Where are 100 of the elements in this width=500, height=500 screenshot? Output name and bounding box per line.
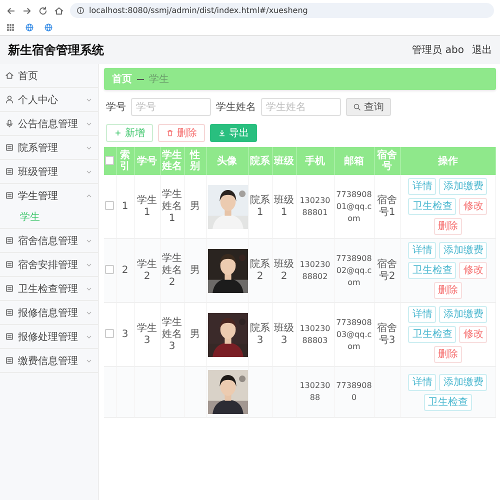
- table-cell: 学生3: [137, 322, 157, 346]
- table-cell: 1: [122, 200, 128, 212]
- home-icon[interactable]: [54, 6, 64, 16]
- table-cell: 13023088801: [300, 196, 330, 216]
- document-icon: [5, 332, 14, 341]
- export-button[interactable]: 导出: [210, 124, 257, 142]
- table-cell: 3: [122, 328, 128, 340]
- checkbox[interactable]: [105, 201, 114, 210]
- column-header: 邮箱: [334, 147, 374, 175]
- logout-link[interactable]: 退出: [472, 43, 492, 57]
- document-icon: [5, 308, 14, 317]
- sidebar-item[interactable]: 卫生检查管理: [0, 277, 98, 301]
- trash-icon: [166, 129, 174, 137]
- action-button[interactable]: 删除: [434, 346, 462, 363]
- table-cell: 班级3: [274, 322, 294, 346]
- globe-icon[interactable]: [44, 23, 53, 32]
- document-icon: [5, 167, 14, 176]
- action-button[interactable]: 卫生检查: [408, 326, 456, 343]
- action-button[interactable]: 详情: [408, 242, 436, 259]
- action-button[interactable]: 添加缴费: [439, 242, 488, 259]
- checkbox[interactable]: [105, 265, 114, 274]
- table-cell: 学生姓名1: [162, 188, 182, 224]
- sidebar-item[interactable]: 首页: [0, 64, 98, 88]
- table-cell: 男: [190, 200, 200, 212]
- sidebar-item[interactable]: 报修处理管理: [0, 325, 98, 349]
- table-cell: 班级2: [274, 258, 294, 282]
- action-button[interactable]: 详情: [408, 178, 436, 195]
- table-cell: 男: [190, 328, 200, 340]
- table-cell: 院系2: [250, 258, 270, 282]
- document-icon: [5, 260, 14, 269]
- back-icon[interactable]: [6, 6, 16, 16]
- table-cell: 13023088802: [300, 260, 330, 280]
- info-icon: [76, 6, 85, 15]
- sidebar-item[interactable]: 学生管理: [0, 184, 98, 208]
- plus-icon: [114, 129, 122, 137]
- document-icon: [5, 236, 14, 245]
- add-button[interactable]: 新增: [106, 124, 153, 142]
- table-cell: 学生姓名2: [162, 252, 182, 288]
- column-header: 性别: [184, 147, 206, 175]
- sidebar-item[interactable]: 院系管理: [0, 136, 98, 160]
- sidebar-item[interactable]: 公告信息管理: [0, 112, 98, 136]
- action-button[interactable]: 详情: [408, 374, 436, 390]
- column-header: 院系: [248, 147, 272, 175]
- table-cell: 学生2: [137, 258, 157, 282]
- table-cell: 宿舍号1: [377, 194, 397, 218]
- column-header: 索引: [116, 147, 134, 175]
- sidebar-item[interactable]: 报修信息管理: [0, 301, 98, 325]
- table-cell: 2: [122, 264, 128, 276]
- search-icon: [353, 103, 361, 111]
- app-title: 新生宿舍管理系统: [8, 42, 104, 58]
- checkbox[interactable]: [105, 329, 114, 338]
- forward-icon[interactable]: [22, 6, 32, 16]
- action-button[interactable]: 卫生检查: [408, 262, 456, 279]
- column-header: 操作: [400, 147, 496, 175]
- delete-button[interactable]: 删除: [158, 124, 205, 142]
- reload-icon[interactable]: [38, 6, 48, 16]
- document-icon: [5, 356, 14, 365]
- globe-icon[interactable]: [25, 23, 34, 32]
- action-button[interactable]: 卫生检查: [408, 198, 456, 215]
- table-cell: 学生1: [137, 194, 157, 218]
- column-header: 班级: [272, 147, 296, 175]
- column-header: 头像: [206, 147, 248, 175]
- action-button[interactable]: 详情: [408, 306, 436, 323]
- action-button[interactable]: 卫生检查: [424, 394, 472, 410]
- table-cell: 宿舍号3: [377, 322, 397, 346]
- search-button[interactable]: 查询: [346, 98, 391, 116]
- action-button[interactable]: 添加缴费: [439, 306, 488, 323]
- table-cell: 学生姓名3: [162, 316, 182, 352]
- table-cell: 13023088803: [300, 324, 330, 344]
- input-field[interactable]: 学号: [131, 98, 211, 116]
- column-header: 宿舍号: [374, 147, 400, 175]
- field-label: 学生姓名: [216, 100, 256, 114]
- sidebar-item[interactable]: 缴费信息管理: [0, 349, 98, 373]
- sidebar-item[interactable]: 班级管理: [0, 160, 98, 184]
- action-button[interactable]: 修改: [459, 262, 488, 279]
- action-button[interactable]: 删除: [434, 282, 462, 299]
- table-cell: 773890803@qq.com: [336, 318, 372, 350]
- column-header: 手机: [296, 147, 334, 175]
- action-button[interactable]: 添加缴费: [439, 178, 488, 195]
- action-button[interactable]: 修改: [459, 198, 488, 215]
- table-cell: 13023088: [300, 381, 330, 402]
- download-icon: [218, 129, 226, 137]
- action-button[interactable]: 修改: [459, 326, 488, 343]
- action-button[interactable]: 添加缴费: [439, 374, 488, 390]
- sidebar-subitem[interactable]: 学生: [0, 208, 98, 229]
- sidebar-item[interactable]: 宿舍安排管理: [0, 253, 98, 277]
- address-bar[interactable]: localhost:8080/ssmj/admin/dist/index.html#/xuesheng: [70, 3, 494, 18]
- table-cell: 院系1: [250, 194, 270, 218]
- field-label: 学号: [106, 101, 126, 114]
- sidebar-item[interactable]: 宿舍信息管理: [0, 229, 98, 253]
- breadcrumb-link[interactable]: 首页: [112, 72, 132, 86]
- column-header: 学生姓名: [160, 147, 184, 175]
- sidebar-item[interactable]: 个人中心: [0, 88, 98, 112]
- action-button[interactable]: 删除: [434, 218, 462, 235]
- checkbox[interactable]: [105, 156, 114, 166]
- column-header: 学号: [134, 147, 160, 175]
- microphone-icon: [5, 119, 14, 128]
- table-cell: 班级1: [274, 194, 294, 218]
- apps-icon[interactable]: [6, 23, 15, 32]
- input-field[interactable]: 学生姓名: [261, 98, 341, 116]
